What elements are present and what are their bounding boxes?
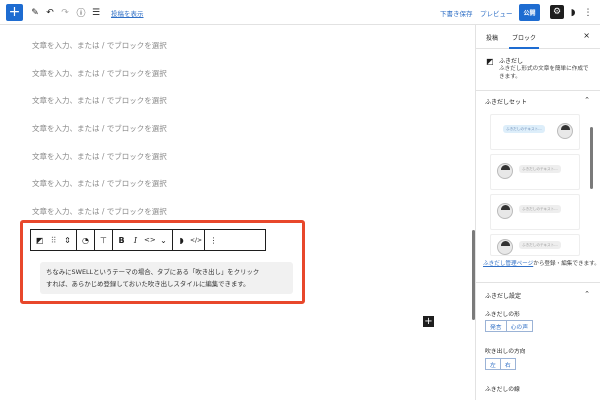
paragraph-placeholder[interactable]: 文章を入力、または / でブロックを選択 [32, 40, 167, 51]
balloon-preset[interactable]: ふきだしのテキスト... [490, 194, 580, 230]
balloon-block[interactable]: ちなみにSWELLというテーマの場合、タブにある「吹き出し」をクリック すれば、… [40, 262, 293, 294]
preset-bubble: ふきだしのテキスト... [503, 125, 545, 133]
shape-label: ふきだしの形 [485, 312, 520, 318]
block-toolbar: ◩ ⠿ ⇕ ◔ ⊤ B I <> ⌄ ◗ </> ⋮ [30, 229, 266, 251]
block-description: ふきだし形式の文章を簡単に作成できます。 [499, 66, 589, 80]
direction-label: 吹き出しの方向 [485, 349, 526, 355]
management-page-link[interactable]: ふきだし管理ページ [483, 261, 533, 267]
balloon-block-icon: ◩ [486, 57, 494, 66]
balloon-preset[interactable]: ふきだしのテキスト... [490, 234, 580, 256]
balloon-block-icon[interactable]: ◩ [34, 236, 45, 245]
info-icon[interactable]: ⓘ [75, 4, 87, 21]
divider [476, 282, 600, 283]
style-icon[interactable]: ◔ [80, 236, 91, 245]
move-icon[interactable]: ⇕ [62, 236, 73, 245]
chevron-down-icon[interactable]: ⌄ [158, 236, 169, 245]
preset-bubble: ふきだしのテキスト... [519, 241, 561, 249]
preset-bubble: ふきだしのテキスト... [519, 205, 561, 213]
balloon-text-line: すれば、あらかじめ登録しておいた吹き出しスタイルに編集できます。 [46, 280, 250, 288]
line-label: ふきだしの線 [485, 387, 520, 393]
block-title: ふきだし [499, 58, 524, 65]
swell-icon[interactable]: ◗ [568, 4, 578, 21]
paragraph-placeholder[interactable]: 文章を入力、または / でブロックを選択 [32, 178, 167, 189]
paragraph-placeholder[interactable]: 文章を入力、または / でブロックを選択 [32, 95, 167, 106]
close-icon[interactable]: × [583, 31, 590, 40]
preview-button[interactable]: プレビュー [480, 4, 513, 21]
management-note: ふきだし管理ページから登録・編集できます。 [483, 259, 600, 267]
avatar [497, 203, 513, 219]
block-inserter-button[interactable]: + [423, 316, 434, 327]
paint-group: ⊤ [95, 230, 113, 250]
avatar [497, 163, 513, 179]
list-view-icon[interactable]: ☰ [90, 4, 102, 21]
shape-toggle: 発言 心の声 [485, 320, 534, 332]
block-type-group: ◩ ⠿ ⇕ [31, 230, 77, 250]
preset-panel-title[interactable]: ふきだしセット [485, 97, 527, 106]
swell-icon[interactable]: ◗ [176, 236, 187, 245]
tab-post[interactable]: 投稿 [486, 33, 498, 42]
sidebar-scrollbar[interactable] [590, 127, 593, 189]
more-options-icon[interactable]: ⋮ [584, 4, 593, 21]
sidebar-tabs: 投稿 ブロック × [476, 25, 600, 49]
settings-panel-title[interactable]: ふきだし設定 [485, 291, 521, 300]
block-card: ◩ ふきだし ふきだし形式の文章を簡単に作成できます。 [476, 49, 600, 91]
shape-option-thought[interactable]: 心の声 [507, 321, 532, 331]
italic-button[interactable]: I [130, 236, 141, 245]
paragraph-placeholder[interactable]: 文章を入力、または / でブロックを選択 [32, 151, 167, 162]
format-group: B I <> ⌄ [113, 230, 173, 250]
settings-icon[interactable]: ⚙ [550, 5, 564, 19]
add-block-button[interactable]: + [6, 4, 23, 21]
balloon-preset[interactable]: ふきだしのテキスト... [490, 114, 580, 150]
more-options-icon[interactable]: ⋮ [208, 236, 219, 245]
show-post-link[interactable]: 投稿を表示 [111, 4, 144, 21]
style-group: ◔ [77, 230, 95, 250]
editor-canvas: 文章を入力、または / でブロックを選択 文章を入力、または / でブロックを選… [0, 25, 475, 400]
paint-roller-icon[interactable]: ⊤ [98, 236, 109, 245]
direction-option-left[interactable]: 左 [486, 359, 501, 369]
shape-option-speech[interactable]: 発言 [486, 321, 507, 331]
chevron-up-icon[interactable]: ⌃ [584, 96, 590, 104]
balloon-preset[interactable]: ふきだしのテキスト... [490, 154, 580, 190]
tab-block[interactable]: ブロック [508, 33, 540, 49]
direction-toggle: 左 右 [485, 358, 516, 370]
avatar [497, 239, 513, 255]
avatar [557, 123, 573, 139]
save-draft-button[interactable]: 下書き保存 [440, 4, 473, 21]
management-note-text: から登録・編集できます。 [533, 261, 600, 267]
redo-icon[interactable]: ↷ [59, 4, 71, 21]
undo-icon[interactable]: ↶ [44, 4, 56, 21]
options-group: ⋮ [205, 230, 222, 250]
direction-option-right[interactable]: 右 [501, 359, 515, 369]
link-icon[interactable]: <> [144, 236, 156, 244]
paragraph-placeholder[interactable]: 文章を入力、または / でブロックを選択 [32, 206, 167, 217]
top-toolbar: + ✎ ↶ ↷ ⓘ ☰ 投稿を表示 下書き保存 プレビュー 公開 ⚙ ◗ ⋮ [0, 0, 600, 25]
pen-icon[interactable]: ✎ [29, 4, 41, 21]
paragraph-placeholder[interactable]: 文章を入力、または / でブロックを選択 [32, 68, 167, 79]
publish-button[interactable]: 公開 [519, 4, 540, 21]
swell-group: ◗ </> [173, 230, 205, 250]
drag-handle-icon[interactable]: ⠿ [48, 236, 59, 245]
code-icon[interactable]: </> [190, 237, 202, 244]
bold-button[interactable]: B [116, 236, 127, 245]
paragraph-placeholder[interactable]: 文章を入力、または / でブロックを選択 [32, 123, 167, 134]
chevron-up-icon[interactable]: ⌃ [584, 290, 590, 298]
preset-bubble: ふきだしのテキスト... [519, 165, 561, 173]
balloon-text-line: ちなみにSWELLというテーマの場合、タブにある「吹き出し」をクリック [46, 268, 260, 276]
